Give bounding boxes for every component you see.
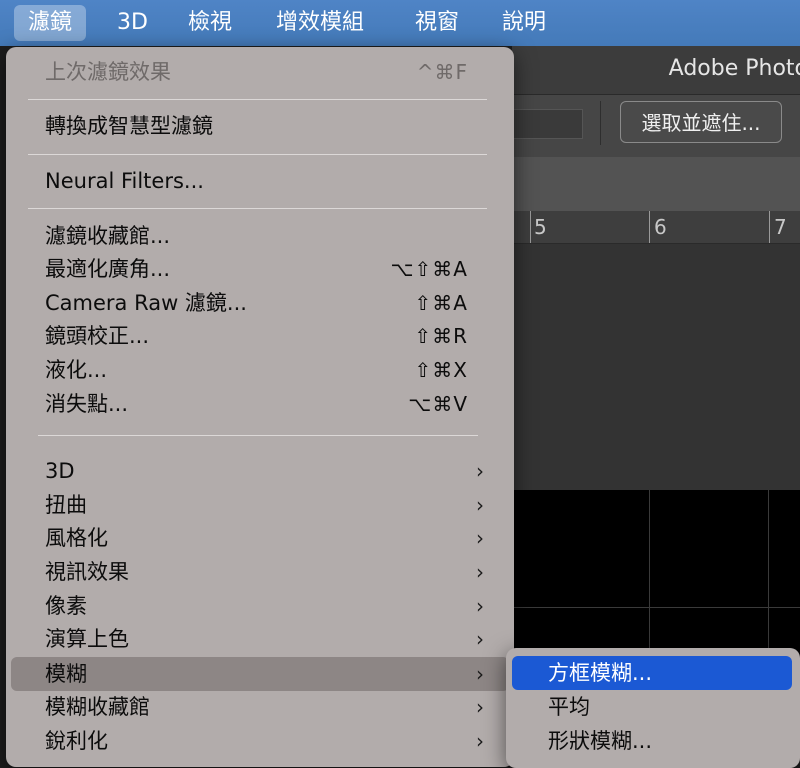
ruler-tick	[769, 211, 770, 243]
menu-item-label: 視訊效果	[45, 560, 129, 584]
menu-item-label: 液化...	[45, 358, 108, 382]
blur-submenu: 方框模糊... 平均 形狀模糊...	[506, 648, 800, 768]
menu-item-render[interactable]: 演算上色 ›	[6, 622, 514, 656]
options-separator	[600, 101, 601, 145]
menu-item-shortcut: ^⌘F	[416, 60, 468, 84]
chevron-right-icon: ›	[476, 526, 484, 550]
app-title: Adobe Photo	[668, 56, 800, 81]
menu-item-stylize[interactable]: 風格化 ›	[6, 521, 514, 555]
menu-item-label: 轉換成智慧型濾鏡	[45, 114, 213, 138]
menu-item-label: 風格化	[45, 526, 108, 550]
ruler-tick	[649, 211, 650, 243]
menu-item-label: 3D	[45, 459, 75, 483]
submenu-item-shape-blur[interactable]: 形狀模糊...	[512, 724, 792, 758]
menu-item-camera-raw-filter[interactable]: Camera Raw 濾鏡... ⇧⌘A	[6, 286, 514, 320]
menu-item-lens-correction[interactable]: 鏡頭校正... ⇧⌘R	[6, 319, 514, 353]
menu-item-label: 濾鏡收藏館...	[45, 224, 171, 248]
options-field[interactable]	[512, 109, 583, 139]
menu-item-shortcut: ⇧⌘X	[414, 358, 468, 382]
menu-separator	[38, 435, 478, 436]
document-tab-bar	[512, 157, 800, 211]
menu-item-label: 模糊	[45, 662, 87, 686]
menu-item-blur-gallery[interactable]: 模糊收藏館 ›	[6, 690, 514, 724]
chevron-right-icon: ›	[476, 493, 484, 517]
menu-item-label: 模糊收藏館	[45, 695, 150, 719]
canvas-pasteboard	[512, 244, 800, 490]
menu-item-shortcut: ⇧⌘A	[414, 291, 468, 315]
app-title-bar: Adobe Photo	[512, 46, 800, 95]
menu-item-label: Camera Raw 濾鏡...	[45, 291, 247, 315]
submenu-item-average[interactable]: 平均	[512, 690, 792, 724]
menu-item-sharpen[interactable]: 銳利化 ›	[6, 724, 514, 758]
chevron-right-icon: ›	[476, 729, 484, 753]
menu-item-label: 形狀模糊...	[548, 729, 653, 753]
menu-3d[interactable]: 3D	[103, 5, 162, 41]
menu-item-label: 鏡頭校正...	[45, 324, 150, 348]
menu-item-adaptive-wide-angle[interactable]: 最適化廣角... ⌥⇧⌘A	[6, 252, 514, 286]
menu-item-label: Neural Filters...	[45, 169, 204, 193]
menu-item-label: 銳利化	[45, 729, 108, 753]
chevron-right-icon: ›	[476, 594, 484, 618]
chevron-right-icon: ›	[476, 627, 484, 651]
menu-separator	[28, 208, 487, 209]
menu-item-label: 平均	[548, 695, 590, 719]
menu-item-pixelate[interactable]: 像素 ›	[6, 589, 514, 623]
menu-item-3d[interactable]: 3D ›	[6, 454, 514, 488]
menu-item-shortcut: ⌥⌘V	[408, 392, 468, 416]
ruler-tick	[530, 211, 531, 243]
grid-line	[512, 607, 800, 608]
ruler-label: 5	[534, 215, 547, 239]
menu-item-shortcut: ⇧⌘R	[414, 324, 468, 348]
filter-dropdown-menu: 上次濾鏡效果 ^⌘F 轉換成智慧型濾鏡 Neural Filters... 濾鏡…	[6, 47, 514, 767]
chevron-right-icon: ›	[476, 560, 484, 584]
menu-separator	[28, 99, 487, 100]
menu-help[interactable]: 說明	[488, 5, 560, 41]
menu-item-label: 消失點...	[45, 392, 129, 416]
menu-item-label: 方框模糊...	[548, 661, 653, 685]
menu-item-last-filter: 上次濾鏡效果 ^⌘F	[6, 55, 514, 89]
menu-item-filter-gallery[interactable]: 濾鏡收藏館...	[6, 219, 514, 253]
select-and-mask-button[interactable]: 選取並遮住...	[620, 101, 782, 143]
menu-item-shortcut: ⌥⇧⌘A	[390, 257, 468, 281]
menu-window[interactable]: 視窗	[401, 5, 473, 41]
menu-item-vanishing-point[interactable]: 消失點... ⌥⌘V	[6, 387, 514, 421]
menu-view[interactable]: 檢視	[174, 5, 246, 41]
menu-plugins[interactable]: 增效模組	[262, 5, 378, 41]
menu-item-label: 最適化廣角...	[45, 257, 171, 281]
menu-item-neural-filters[interactable]: Neural Filters...	[6, 164, 514, 198]
ruler-label: 7	[774, 215, 787, 239]
menu-item-liquify[interactable]: 液化... ⇧⌘X	[6, 353, 514, 387]
horizontal-ruler: 5 6 7	[512, 211, 800, 244]
menu-item-label: 演算上色	[45, 627, 129, 651]
menu-bar: 濾鏡 3D 檢視 增效模組 視窗 說明	[0, 0, 800, 46]
menu-item-label: 扭曲	[45, 493, 87, 517]
menu-item-blur[interactable]: 模糊 ›	[11, 657, 509, 691]
chevron-right-icon: ›	[476, 459, 484, 483]
submenu-item-box-blur[interactable]: 方框模糊...	[512, 656, 792, 690]
options-bar: 選取並遮住...	[512, 95, 800, 157]
menu-item-label: 像素	[45, 594, 87, 618]
menu-filter[interactable]: 濾鏡	[14, 5, 87, 41]
menu-item-label: 上次濾鏡效果	[45, 60, 171, 84]
menu-separator	[28, 154, 487, 155]
chevron-right-icon: ›	[476, 662, 484, 686]
menu-item-distort[interactable]: 扭曲 ›	[6, 488, 514, 522]
ruler-label: 6	[654, 215, 667, 239]
chevron-right-icon: ›	[476, 695, 484, 719]
menu-item-convert-smart-filter[interactable]: 轉換成智慧型濾鏡	[6, 109, 514, 143]
menu-item-video[interactable]: 視訊效果 ›	[6, 555, 514, 589]
